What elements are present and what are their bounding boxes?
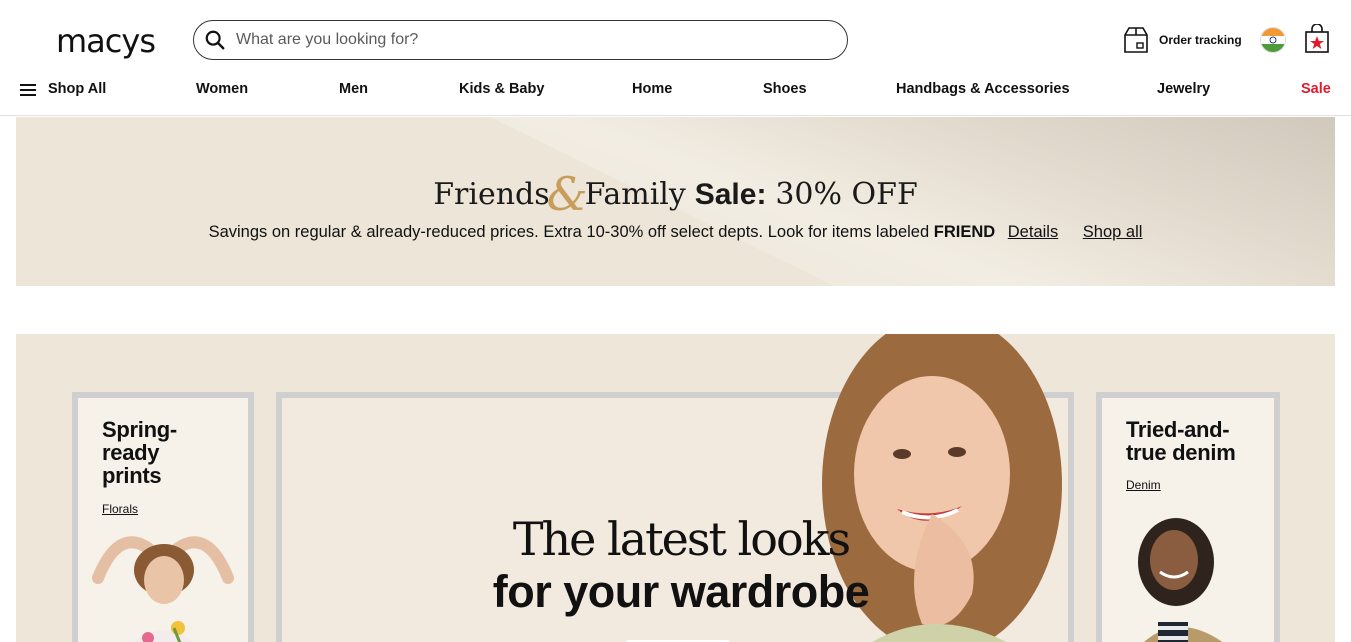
india-flag-icon[interactable]: [1260, 27, 1286, 53]
promo-description: Savings on regular & already-reduced pri…: [208, 223, 930, 241]
promo-details-link[interactable]: Details: [1008, 223, 1058, 241]
promo-offer: 30% OFF: [775, 177, 918, 212]
promo-heading: Friends&Family Sale: 30% OFF: [16, 167, 1335, 221]
nav-shop-all[interactable]: Shop All: [48, 81, 106, 97]
denim-card[interactable]: Tried-and- true denim Denim: [1096, 392, 1280, 642]
promo-friend-code: FRIEND: [933, 223, 996, 241]
nav-handbags-accessories[interactable]: Handbags & Accessories: [896, 81, 1070, 97]
nav-kids-baby[interactable]: Kids & Baby: [459, 81, 544, 97]
hero-section: Spring- ready prints Florals The latest …: [16, 334, 1335, 642]
promo-family: Family: [584, 177, 686, 212]
latest-looks-card[interactable]: The latest looks for your wardrobe: [276, 334, 1074, 642]
hamburger-menu-icon[interactable]: [20, 84, 36, 96]
model-photo-spring: [78, 518, 248, 642]
hero-headline-line2: for your wardrobe: [492, 566, 870, 617]
main-navigation: Shop All Women Men Kids & Baby Home Shoe…: [0, 78, 1351, 104]
search-bar[interactable]: [193, 20, 848, 60]
order-tracking-label: Order tracking: [1159, 33, 1242, 47]
florals-link[interactable]: Florals: [102, 502, 138, 516]
search-input[interactable]: [236, 31, 816, 49]
nav-jewelry[interactable]: Jewelry: [1157, 81, 1210, 97]
promo-sale-label: Sale:: [694, 178, 767, 211]
nav-women[interactable]: Women: [196, 81, 248, 97]
promo-shop-all-link[interactable]: Shop all: [1083, 223, 1143, 241]
promo-friends: Friends: [433, 177, 550, 212]
spring-prints-title: Spring- ready prints: [102, 417, 177, 488]
promo-ampersand: &: [546, 167, 588, 221]
hero-headline-line1: The latest looks: [512, 512, 851, 566]
package-icon: [1124, 27, 1148, 53]
nav-home[interactable]: Home: [632, 81, 672, 97]
order-tracking-link[interactable]: Order tracking: [1123, 26, 1242, 54]
search-icon[interactable]: [204, 29, 226, 51]
denim-link[interactable]: Denim: [1126, 478, 1161, 492]
model-photo-denim: [1138, 518, 1223, 642]
shopping-bag-icon[interactable]: [1304, 24, 1330, 54]
site-header: macys Order tracking Shop All Women Men …: [0, 0, 1351, 116]
nav-shoes[interactable]: Shoes: [763, 81, 807, 97]
denim-card-title: Tried-and- true denim: [1126, 417, 1236, 465]
spring-prints-card[interactable]: Spring- ready prints Florals: [72, 392, 254, 642]
friends-family-promo-banner[interactable]: Friends&Family Sale: 30% OFF Savings on …: [16, 117, 1335, 286]
nav-men[interactable]: Men: [339, 81, 368, 97]
promo-subtext: Savings on regular & already-reduced pri…: [16, 223, 1335, 242]
nav-sale[interactable]: Sale: [1301, 81, 1331, 97]
macys-logo[interactable]: macys: [56, 22, 156, 60]
